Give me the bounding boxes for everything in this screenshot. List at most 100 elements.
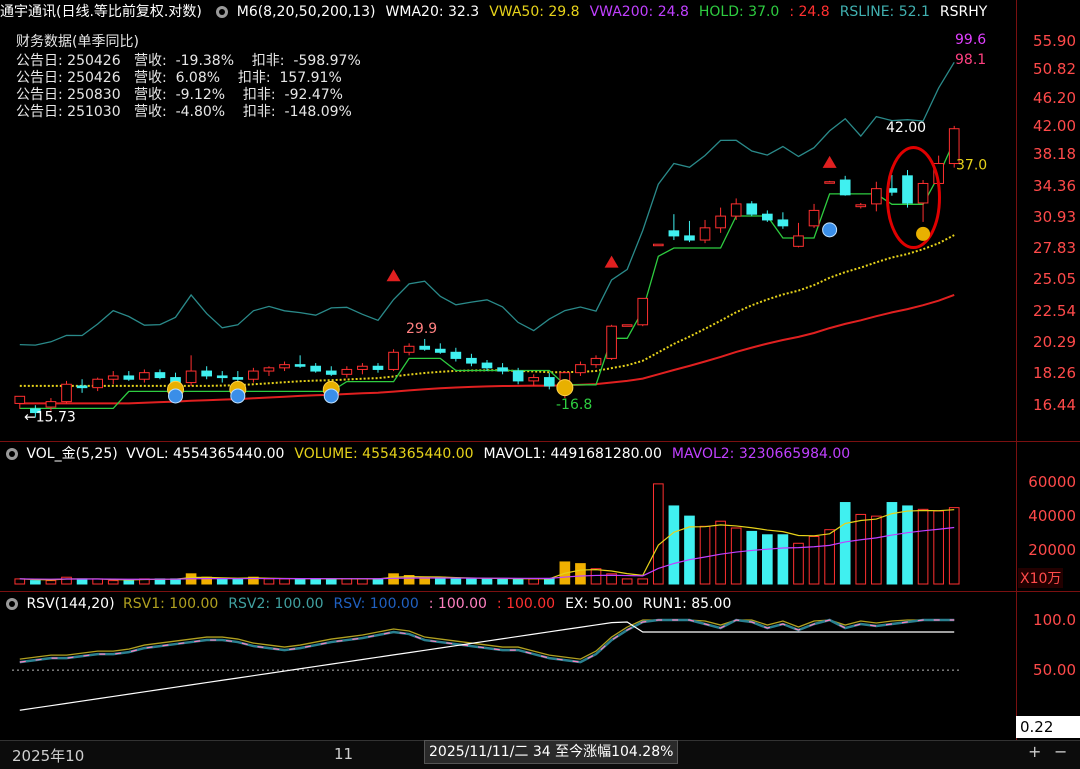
- rsv-chart[interactable]: [0, 616, 1016, 740]
- volume-bar: [325, 578, 337, 585]
- volume-tick-label: 60000: [1028, 473, 1076, 492]
- volume-chart[interactable]: [0, 466, 1016, 590]
- volume-bar: [668, 505, 680, 585]
- candle-body: [668, 230, 680, 237]
- rsv-indicator-value: : 100.00: [428, 596, 487, 612]
- candle-body: [310, 365, 322, 372]
- candle-body: [294, 364, 306, 367]
- rsv-panel-header: RSV(144,20) RSV1: 100.00 RSV2: 100.00 RSV:…: [0, 592, 745, 616]
- price-axis: 55.90 50.82 46.20 42.00 38.18 34.36 30.93 27.83…: [1018, 24, 1080, 440]
- volume-bar: [637, 578, 649, 585]
- candle-body: [528, 377, 540, 382]
- volume-bar: [902, 505, 913, 585]
- rsv-current-value: 0.22: [1016, 716, 1080, 738]
- candle-body: [388, 351, 399, 370]
- rsv-indicator-value: RSV1: 100.00: [123, 596, 219, 612]
- candle-body: [606, 325, 617, 359]
- run1-line: [19, 621, 955, 711]
- buy-signal-triangle-icon: [386, 269, 401, 282]
- rsv-indicator-value: RUN1: 85.00: [642, 596, 732, 612]
- rsv-tick-label: 100.0: [1033, 611, 1076, 629]
- blue-dot-icon: [168, 388, 184, 404]
- candle-body: [621, 324, 633, 327]
- rsv-indicator-value: : 100.00: [496, 596, 556, 612]
- volume-bar: [466, 578, 477, 585]
- crosshair-date-tooltip: 2025/11/11/二 34 至今涨幅104.28%: [424, 740, 679, 764]
- volume-bar: [450, 578, 462, 585]
- volume-tick-label: 20000: [1028, 541, 1076, 560]
- indicator-value: VWA50: 29.8: [489, 4, 580, 20]
- volume-bar: [279, 578, 290, 585]
- volume-bar: [123, 580, 135, 585]
- volume-indicator-value: MAVOL1: 4491681280.00: [483, 446, 662, 462]
- candle-body: [325, 370, 337, 375]
- candle-body: [512, 370, 524, 382]
- candle-body: [123, 375, 135, 380]
- candle-body: [637, 297, 649, 326]
- candle-body: [45, 401, 57, 408]
- indicator-value: HOLD: 37.0: [698, 4, 780, 20]
- low-price-arrow-label: ←15.73: [24, 410, 76, 426]
- price-tick-label: 42.00: [1033, 116, 1076, 135]
- price-panel-header: 通宇通讯(日线.等比前复权.对数) M6(8,20,50,200,13) WMA2…: [0, 0, 1001, 24]
- volume-bar: [730, 527, 742, 585]
- indicator-value: M6(8,20,50,200,13): [236, 4, 376, 20]
- volume-tick-label: 40000: [1028, 507, 1076, 526]
- volume-bar: [497, 578, 508, 585]
- candle-body: [154, 372, 166, 379]
- second-value-label: 98.1: [955, 52, 986, 68]
- candle-body: [185, 370, 197, 384]
- volume-bar: [107, 580, 119, 585]
- indicator-value: : 24.8: [789, 4, 830, 20]
- volume-bar: [357, 578, 368, 585]
- price-tick-label: 55.90: [1033, 31, 1076, 50]
- highlight-circle: [885, 146, 941, 250]
- candle-body: [871, 188, 882, 205]
- candle-body: [403, 345, 415, 353]
- volume-bar: [61, 576, 72, 585]
- indicator-value: RSRHY: [939, 4, 988, 20]
- candle-body: [201, 370, 213, 377]
- zoom-in-button[interactable]: +: [1028, 742, 1041, 761]
- low-price-label: -16.8: [556, 397, 592, 413]
- volume-bar: [30, 580, 41, 585]
- volume-bar: [808, 535, 820, 585]
- volume-bar: [590, 568, 602, 585]
- candle-body: [746, 203, 758, 215]
- price-tick-label: 18.26: [1033, 364, 1076, 383]
- indicator-gear-icon[interactable]: [216, 6, 229, 18]
- peak-price-label: 29.9: [406, 321, 437, 337]
- rsv-indicator-value: RSV: 100.00: [333, 596, 419, 612]
- volume-bar: [481, 578, 493, 585]
- volume-bar: [528, 578, 540, 585]
- volume-bar: [621, 578, 633, 585]
- candle-body: [855, 204, 867, 208]
- price-tick-label: 20.29: [1033, 333, 1076, 351]
- chevron-up-icon: [556, 379, 574, 397]
- rsv-indicator-value: EX: 50.00: [565, 596, 633, 612]
- blue-dot-icon: [822, 222, 838, 238]
- volume-bar: [762, 534, 773, 585]
- candle-body: [793, 235, 804, 247]
- rsv-axis: 100.0 50.00: [1018, 611, 1080, 716]
- candle-body: [372, 365, 384, 370]
- candle-body: [824, 181, 835, 184]
- volume-bar: [933, 510, 944, 585]
- volume-gear-icon[interactable]: [6, 448, 18, 460]
- candle-body: [357, 365, 368, 370]
- candle-body: [466, 357, 477, 364]
- rsv-indicator-value: RSV2: 100.00: [228, 596, 324, 612]
- volume-bar: [45, 580, 57, 585]
- volume-bar: [746, 530, 758, 585]
- rsv-gear-icon[interactable]: [6, 598, 18, 610]
- candle-body: [684, 235, 695, 241]
- price-tick-label: 30.93: [1033, 207, 1076, 226]
- price-chart[interactable]: 99.6 98.1 42.00 37.0 29.9 -16.8 ←15.73: [0, 24, 1016, 440]
- vwa200-line: [19, 293, 955, 405]
- rsv1-line: [19, 619, 955, 660]
- blue-dot-icon: [323, 388, 339, 404]
- candle-body: [279, 364, 290, 369]
- candle-body: [730, 203, 742, 217]
- zoom-out-button[interactable]: −: [1054, 742, 1067, 761]
- candle-body: [61, 383, 72, 403]
